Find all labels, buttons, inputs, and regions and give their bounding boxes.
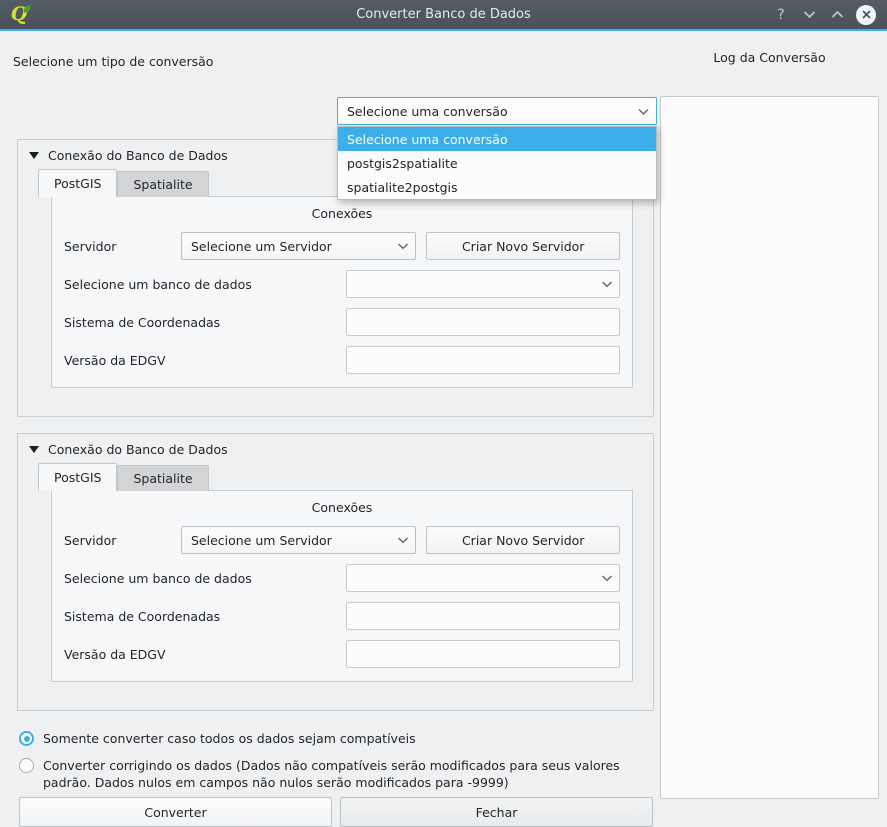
chevron-down-icon bbox=[601, 574, 613, 582]
log-title: Log da Conversão bbox=[713, 50, 826, 65]
edgv-input-source[interactable] bbox=[346, 346, 620, 374]
collapse-triangle-icon[interactable] bbox=[29, 152, 39, 159]
close-icon[interactable] bbox=[856, 4, 876, 25]
group-source-title: Conexão do Banco de Dados bbox=[48, 148, 228, 163]
conversion-type-combo-value: Selecione uma conversão bbox=[347, 103, 508, 119]
tab-postgis-target[interactable]: PostGIS bbox=[38, 463, 118, 491]
edgv-label-target: Versão da EDGV bbox=[64, 646, 166, 662]
group-target-connection: Conexão do Banco de Dados PostGIS Spatia… bbox=[17, 433, 654, 711]
criar-novo-servidor-button-source[interactable]: Criar Novo Servidor bbox=[426, 232, 620, 260]
banco-combo-target[interactable] bbox=[346, 564, 620, 592]
sistema-row-target: Sistema de Coordenadas bbox=[64, 602, 620, 630]
group-target-title: Conexão do Banco de Dados bbox=[48, 442, 228, 457]
collapse-triangle-icon[interactable] bbox=[29, 446, 39, 453]
connections-title-target: Conexões bbox=[311, 500, 373, 515]
group-source-connections-panel: Conexões Servidor Selecione um Servidor … bbox=[51, 196, 633, 388]
radio-row-strict[interactable]: Somente converter caso todos os dados se… bbox=[19, 730, 653, 747]
connections-title-source: Conexões bbox=[311, 206, 373, 221]
window-title: Converter Banco de Dados bbox=[356, 7, 531, 22]
conversion-type-dropdown[interactable]: Selecione uma conversão postgis2spatiali… bbox=[337, 126, 657, 200]
chevron-down-icon bbox=[601, 280, 613, 288]
banco-combo-source[interactable] bbox=[346, 270, 620, 298]
radio-fix-label: Converter corrigindo os dados (Dados não… bbox=[43, 758, 620, 790]
sistema-input-target[interactable] bbox=[346, 602, 620, 630]
group-target-connections-panel: Conexões Servidor Selecione um Servidor … bbox=[51, 490, 633, 682]
servidor-combo-value-target: Selecione um Servidor bbox=[191, 532, 332, 548]
chevron-down-icon bbox=[397, 536, 409, 544]
edgv-row-target: Versão da EDGV bbox=[64, 640, 620, 668]
banco-row-target: Selecione um banco de dados bbox=[64, 564, 620, 592]
radio-row-fix[interactable]: Converter corrigindo os dados (Dados não… bbox=[19, 757, 653, 791]
chevron-down-icon bbox=[397, 242, 409, 250]
dropdown-option-1[interactable]: postgis2spatialite bbox=[338, 151, 656, 175]
servidor-label-target: Servidor bbox=[64, 532, 117, 548]
servidor-row-source: Servidor Selecione um Servidor Criar Nov… bbox=[64, 232, 620, 260]
edgv-label-source: Versão da EDGV bbox=[64, 352, 166, 368]
sistema-row-source: Sistema de Coordenadas bbox=[64, 308, 620, 336]
fechar-button[interactable]: Fechar bbox=[340, 797, 653, 827]
tab-spatialite-source[interactable]: Spatialite bbox=[117, 171, 209, 197]
criar-novo-servidor-button-target[interactable]: Criar Novo Servidor bbox=[426, 526, 620, 554]
edgv-row-source: Versão da EDGV bbox=[64, 346, 620, 374]
converter-banco-de-dados-dialog: Q Converter Banco de Dados ? Selecione u… bbox=[0, 0, 887, 827]
title-bar: Q Converter Banco de Dados ? bbox=[0, 0, 887, 31]
log-pane: Log da Conversão bbox=[660, 39, 879, 803]
dropdown-option-0[interactable]: Selecione uma conversão bbox=[338, 127, 656, 151]
minimize-icon[interactable] bbox=[800, 6, 818, 24]
converter-button[interactable]: Converter bbox=[19, 797, 332, 827]
servidor-combo-target[interactable]: Selecione um Servidor bbox=[181, 526, 417, 554]
dropdown-option-2[interactable]: spatialite2postgis bbox=[338, 175, 656, 199]
tab-spatialite-target[interactable]: Spatialite bbox=[117, 465, 209, 491]
tab-postgis-source[interactable]: PostGIS bbox=[38, 169, 118, 197]
servidor-label-source: Servidor bbox=[64, 238, 117, 254]
help-icon[interactable]: ? bbox=[772, 6, 790, 24]
conversion-type-row: Selecione um tipo de conversão bbox=[8, 39, 656, 83]
servidor-row-target: Servidor Selecione um Servidor Criar Nov… bbox=[64, 526, 620, 554]
radio-fix[interactable] bbox=[19, 758, 34, 773]
edgv-input-target[interactable] bbox=[346, 640, 620, 668]
group-target-tabbar: PostGIS Spatialite bbox=[18, 463, 653, 491]
dialog-action-buttons: Converter Fechar bbox=[13, 797, 653, 827]
dialog-content: Selecione um tipo de conversão Conexão d… bbox=[0, 31, 887, 827]
sistema-label-source: Sistema de Coordenadas bbox=[64, 314, 221, 330]
radio-strict-label: Somente converter caso todos os dados se… bbox=[43, 731, 416, 746]
servidor-combo-value-source: Selecione um Servidor bbox=[191, 238, 332, 254]
group-target-header[interactable]: Conexão do Banco de Dados bbox=[18, 434, 653, 463]
conversion-type-combo[interactable]: Selecione uma conversão bbox=[337, 97, 657, 125]
banco-label-target: Selecione um banco de dados bbox=[64, 570, 252, 586]
sistema-label-target: Sistema de Coordenadas bbox=[64, 608, 221, 624]
maximize-icon[interactable] bbox=[828, 6, 846, 24]
banco-label-source: Selecione um banco de dados bbox=[64, 276, 252, 292]
conversion-type-label: Selecione um tipo de conversão bbox=[13, 53, 214, 69]
qgis-logo-icon: Q bbox=[8, 4, 32, 26]
sistema-input-source[interactable] bbox=[346, 308, 620, 336]
conversion-mode-options: Somente converter caso todos os dados se… bbox=[13, 721, 653, 801]
window-controls: ? bbox=[772, 4, 887, 25]
radio-strict[interactable] bbox=[19, 731, 34, 746]
log-textarea[interactable] bbox=[660, 96, 879, 799]
banco-row-source: Selecione um banco de dados bbox=[64, 270, 620, 298]
chevron-down-icon bbox=[637, 107, 650, 116]
servidor-combo-source[interactable]: Selecione um Servidor bbox=[181, 232, 417, 260]
